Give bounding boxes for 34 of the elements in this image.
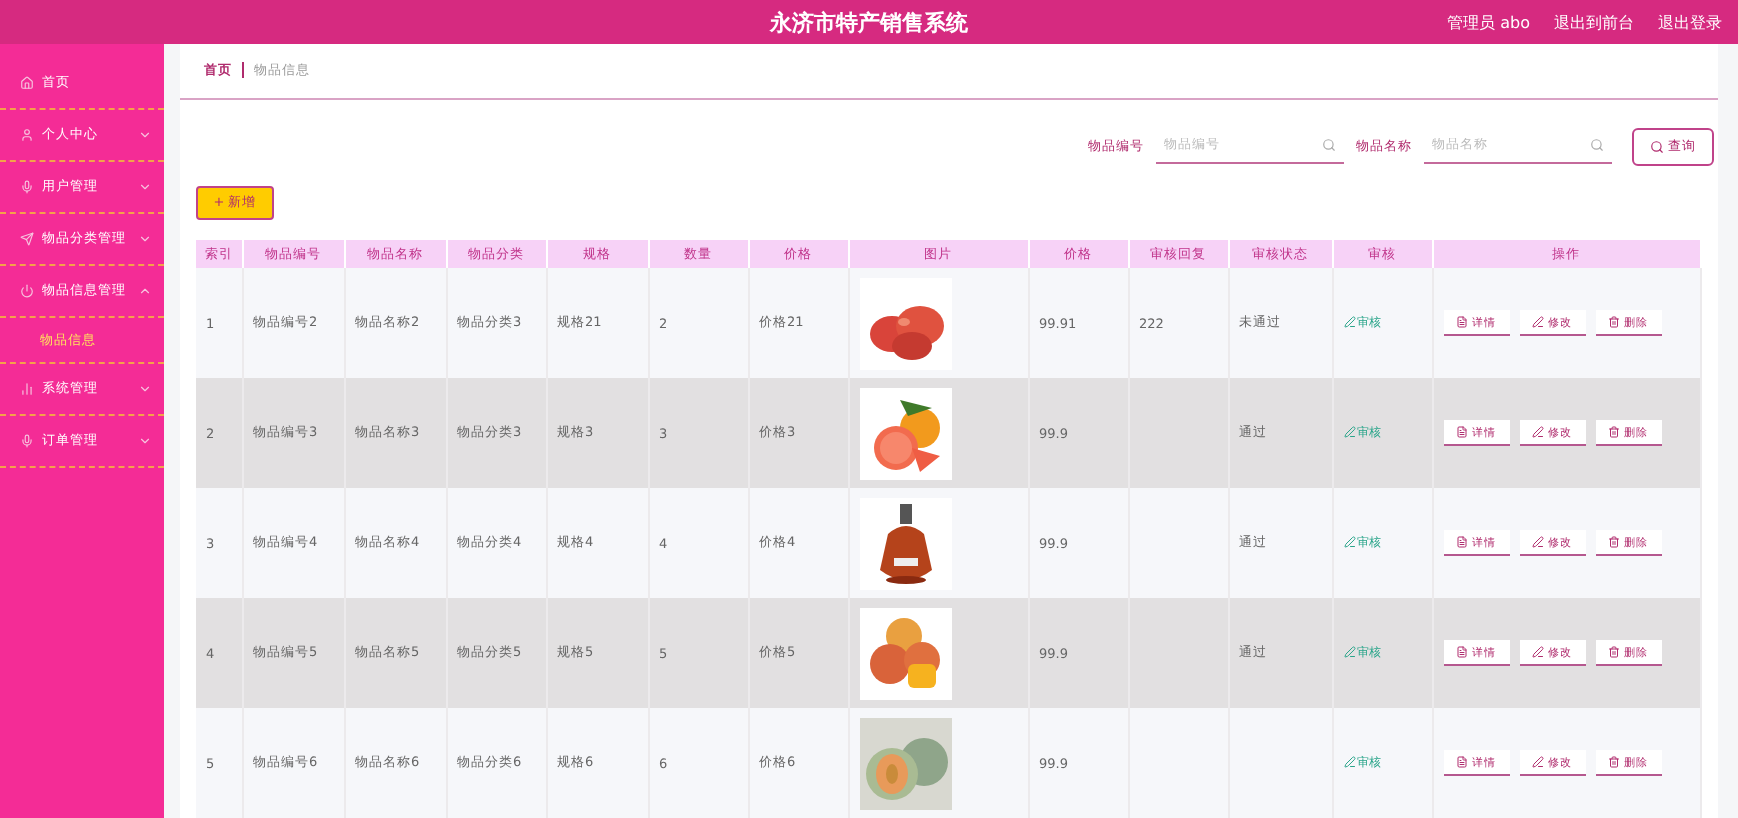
trash-icon — [1608, 426, 1620, 438]
microphone-icon — [20, 180, 34, 194]
bar-chart-icon — [20, 382, 34, 396]
app-title: 永济市特产销售系统 — [770, 7, 968, 37]
edit-icon — [1343, 756, 1355, 769]
paper-plane-icon — [20, 232, 34, 246]
search-icon — [1590, 138, 1604, 153]
header-link[interactable]: 退出到前台 — [1554, 11, 1634, 33]
microphone-icon — [20, 434, 34, 448]
document-icon — [1456, 646, 1468, 658]
home-icon — [20, 76, 34, 90]
user-icon — [20, 128, 34, 142]
header-link[interactable]: 管理员 abo — [1447, 11, 1530, 33]
trash-icon — [1608, 646, 1620, 658]
search-icon — [1322, 138, 1336, 153]
header-link[interactable]: 退出登录 — [1658, 11, 1722, 33]
trash-icon — [1608, 536, 1620, 548]
edit-icon — [1343, 316, 1355, 329]
trash-icon — [1608, 756, 1620, 768]
document-icon — [1456, 426, 1468, 438]
power-icon — [20, 284, 34, 298]
edit-icon — [1532, 426, 1544, 438]
edit-icon — [1532, 646, 1544, 658]
edit-icon — [1343, 536, 1355, 549]
search-icon — [1650, 139, 1664, 154]
edit-icon — [1532, 316, 1544, 328]
edit-icon — [1343, 646, 1355, 659]
edit-icon — [1343, 426, 1355, 439]
trash-icon — [1608, 316, 1620, 328]
document-icon — [1456, 756, 1468, 768]
edit-icon — [1532, 536, 1544, 548]
document-icon — [1456, 536, 1468, 548]
document-icon — [1456, 316, 1468, 328]
edit-icon — [1532, 756, 1544, 768]
